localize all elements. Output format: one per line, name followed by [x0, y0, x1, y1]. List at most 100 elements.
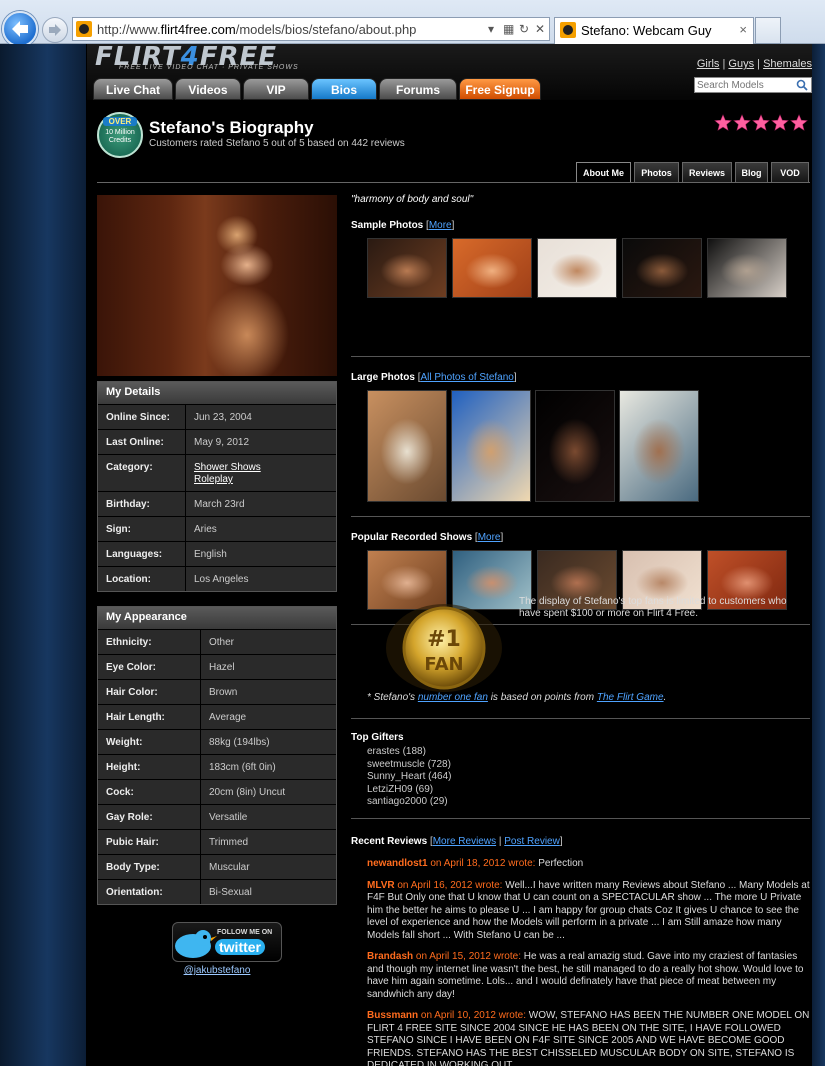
row-value: 20cm (8in) Uncut — [209, 787, 286, 798]
appearance-row: Eye Color: Hazel — [98, 654, 336, 679]
bracket: ] — [451, 220, 455, 231]
gender-links: Girls | Guys | Shemales — [697, 58, 812, 70]
site-tagline: FREE LIVE VIDEO CHAT · PRIVATE SHOWS — [119, 64, 299, 71]
new-tab-button[interactable] — [755, 17, 781, 44]
gifter-item: erastes (188) — [367, 746, 426, 757]
nav-videos[interactable]: Videos — [175, 78, 241, 100]
top-gifters-list: erastes (188) sweetmuscle (728) Sunny_Hear… — [367, 746, 452, 809]
link-girls[interactable]: Girls — [697, 58, 720, 70]
tab-stefano[interactable]: Stefano: Webcam Guy × — [554, 17, 754, 44]
flirt-game-link[interactable]: The Flirt Game — [597, 692, 664, 703]
star-icon — [752, 114, 770, 131]
review-item: MLVR on April 16, 2012 wrote: Well...I h… — [367, 880, 810, 943]
tab-blog[interactable]: Blog — [735, 162, 768, 183]
sample-thumbnail[interactable] — [537, 238, 617, 298]
sample-thumbnail[interactable] — [622, 238, 702, 298]
twitter-wordmark: twitter — [215, 939, 265, 955]
sample-thumbnail[interactable] — [707, 238, 787, 298]
large-thumbnail[interactable] — [451, 390, 531, 502]
reviews-separator: | — [498, 836, 502, 847]
row-value: Hazel — [209, 662, 235, 673]
compat-view-icon[interactable]: ▦ — [503, 22, 514, 36]
stop-icon[interactable]: ✕ — [535, 22, 545, 36]
nav-bios[interactable]: Bios — [311, 78, 377, 100]
tab-vod[interactable]: VOD — [771, 162, 809, 183]
sample-photos-label: Sample Photos [More] — [351, 220, 454, 231]
nav-free-signup[interactable]: Free Signup — [459, 78, 541, 100]
review-date: on April 16, 2012 wrote: — [397, 879, 503, 891]
number-one-fan-medal-icon: #1 FAN — [386, 604, 502, 692]
dropdown-icon[interactable]: ▾ — [488, 22, 494, 36]
tab-favicon-icon — [560, 22, 576, 38]
row-value: 183cm (6ft 0in) — [209, 762, 276, 773]
large-thumbnail[interactable] — [619, 390, 699, 502]
address-bar[interactable]: http://www.flirt4free.com/models/bios/st… — [72, 17, 550, 41]
divider — [351, 516, 810, 517]
recent-reviews-label: Recent Reviews [More Reviews | Post Revi… — [351, 836, 563, 847]
site-favicon-icon — [76, 21, 92, 37]
twitter-bird-icon — [175, 930, 217, 958]
large-thumbnail[interactable] — [367, 390, 447, 502]
forward-button[interactable] — [42, 17, 68, 43]
tab-about-me[interactable]: About Me — [576, 162, 631, 183]
appearance-row: Weight: 88kg (194lbs) — [98, 729, 336, 754]
url-text[interactable]: http://www.flirt4free.com/models/bios/st… — [97, 22, 416, 37]
reviewer-name[interactable]: Bussmann — [367, 1010, 418, 1021]
post-review-link[interactable]: Post Review — [504, 836, 560, 847]
reviewer-name[interactable]: MLVR — [367, 880, 395, 891]
nav-vip[interactable]: VIP — [243, 78, 309, 100]
model-quote: "harmony of body and soul" — [351, 194, 474, 205]
row-value: Trimmed — [209, 837, 249, 848]
link-guys[interactable]: Guys — [728, 58, 754, 70]
tab-reviews[interactable]: Reviews — [682, 162, 732, 183]
row-value: Aries — [194, 524, 217, 535]
reviewer-name[interactable]: newandlost1 — [367, 858, 428, 869]
nav-forums[interactable]: Forums — [379, 78, 457, 100]
details-row: Languages: English — [98, 541, 336, 566]
back-button[interactable] — [2, 11, 38, 47]
nav-live-chat[interactable]: Live Chat — [93, 78, 173, 100]
fan-note-mid: is based on points from — [490, 692, 595, 703]
sample-photos-more-link[interactable]: More — [429, 220, 452, 231]
row-value: 88kg (194lbs) — [209, 737, 270, 748]
category-link[interactable]: Shower Shows — [194, 462, 261, 474]
details-heading: My Details — [98, 382, 336, 404]
gifter-item: LetziZH09 (69) — [367, 783, 434, 795]
sample-thumbnail[interactable] — [452, 238, 532, 298]
search-input[interactable] — [697, 79, 793, 92]
large-thumbnail[interactable] — [535, 390, 615, 502]
row-label: Cock: — [98, 780, 201, 804]
link-shemales[interactable]: Shemales — [763, 58, 812, 70]
refresh-icon[interactable]: ↻ — [519, 22, 529, 36]
twitter-follow-button[interactable]: FOLLOW ME ON twitter — [172, 922, 282, 962]
appearance-row: Height: 183cm (6ft 0in) — [98, 754, 336, 779]
row-label: Location: — [98, 567, 186, 591]
more-reviews-link[interactable]: More Reviews — [433, 836, 496, 847]
review-date: on April 10, 2012 wrote: — [420, 1010, 526, 1021]
credits-badge: OVER 10 Million Credits — [97, 112, 143, 158]
tab-close-icon[interactable]: × — [739, 22, 747, 37]
fan-note-start: * Stefano's — [367, 692, 416, 703]
twitter-follow-text: FOLLOW ME ON — [217, 929, 273, 936]
search-icon[interactable] — [796, 79, 808, 91]
row-label: Hair Color: — [98, 680, 201, 704]
all-photos-link[interactable]: All Photos of Stefano — [420, 372, 513, 383]
appearance-row: Gay Role: Versatile — [98, 804, 336, 829]
sample-thumbnail[interactable] — [367, 238, 447, 298]
row-value: May 9, 2012 — [194, 437, 250, 448]
twitter-handle-link[interactable]: @jakubstefano — [97, 965, 337, 976]
profile-photo[interactable] — [97, 195, 337, 376]
reviewer-name[interactable]: Brandash — [367, 951, 413, 962]
bracket: ] — [513, 372, 517, 383]
star-icon — [714, 114, 732, 131]
row-label: Languages: — [98, 542, 186, 566]
gender-separator: | — [722, 58, 726, 70]
row-value: Other — [209, 637, 235, 648]
category-link[interactable]: Roleplay — [194, 474, 261, 486]
review-text: Perfection — [538, 858, 584, 869]
tab-photos[interactable]: Photos — [634, 162, 679, 183]
number-one-fan-link[interactable]: number one fan — [418, 692, 488, 703]
divider — [351, 718, 810, 719]
details-row: Online Since: Jun 23, 2004 — [98, 404, 336, 429]
recorded-shows-more-link[interactable]: More — [478, 532, 501, 543]
